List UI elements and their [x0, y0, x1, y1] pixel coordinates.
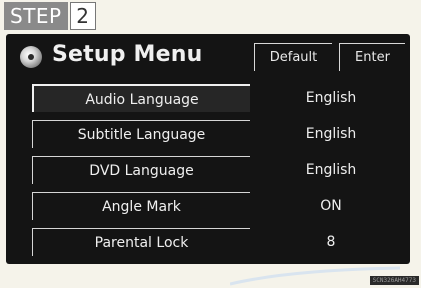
angle-mark-value: ON [320, 198, 342, 214]
parental-lock-value: 8 [326, 234, 336, 250]
subtitle-language-value: English [305, 126, 357, 142]
disc-icon [20, 46, 42, 68]
audio-language-value: English [305, 90, 357, 106]
default-button[interactable]: Default [254, 43, 332, 71]
subtitle-language-button[interactable]: Subtitle Language [32, 120, 250, 148]
dvd-language-value: English [305, 162, 357, 178]
setting-row-subtitle-language: Subtitle Language English [6, 120, 410, 150]
setup-menu-screen: Setup Menu Default Enter Audio Language … [6, 34, 410, 264]
figure-code: SCN326AH4773 [369, 276, 419, 285]
step-badge: STEP 2 [4, 2, 96, 30]
step-label: STEP [4, 2, 68, 30]
page-title: Setup Menu [52, 42, 203, 67]
step-number: 2 [69, 2, 96, 30]
setting-row-angle-mark: Angle Mark ON [6, 192, 410, 222]
setting-row-parental-lock: Parental Lock 8 [6, 228, 410, 258]
angle-mark-button[interactable]: Angle Mark [32, 192, 250, 220]
setting-row-audio-language: Audio Language English [6, 84, 410, 114]
dvd-language-button[interactable]: DVD Language [32, 156, 250, 184]
setup-menu-header: Setup Menu Default Enter [6, 34, 410, 80]
setting-row-dvd-language: DVD Language English [6, 156, 410, 186]
parental-lock-button[interactable]: Parental Lock [32, 228, 250, 256]
enter-button[interactable]: Enter [339, 43, 405, 71]
audio-language-button[interactable]: Audio Language [32, 84, 250, 112]
